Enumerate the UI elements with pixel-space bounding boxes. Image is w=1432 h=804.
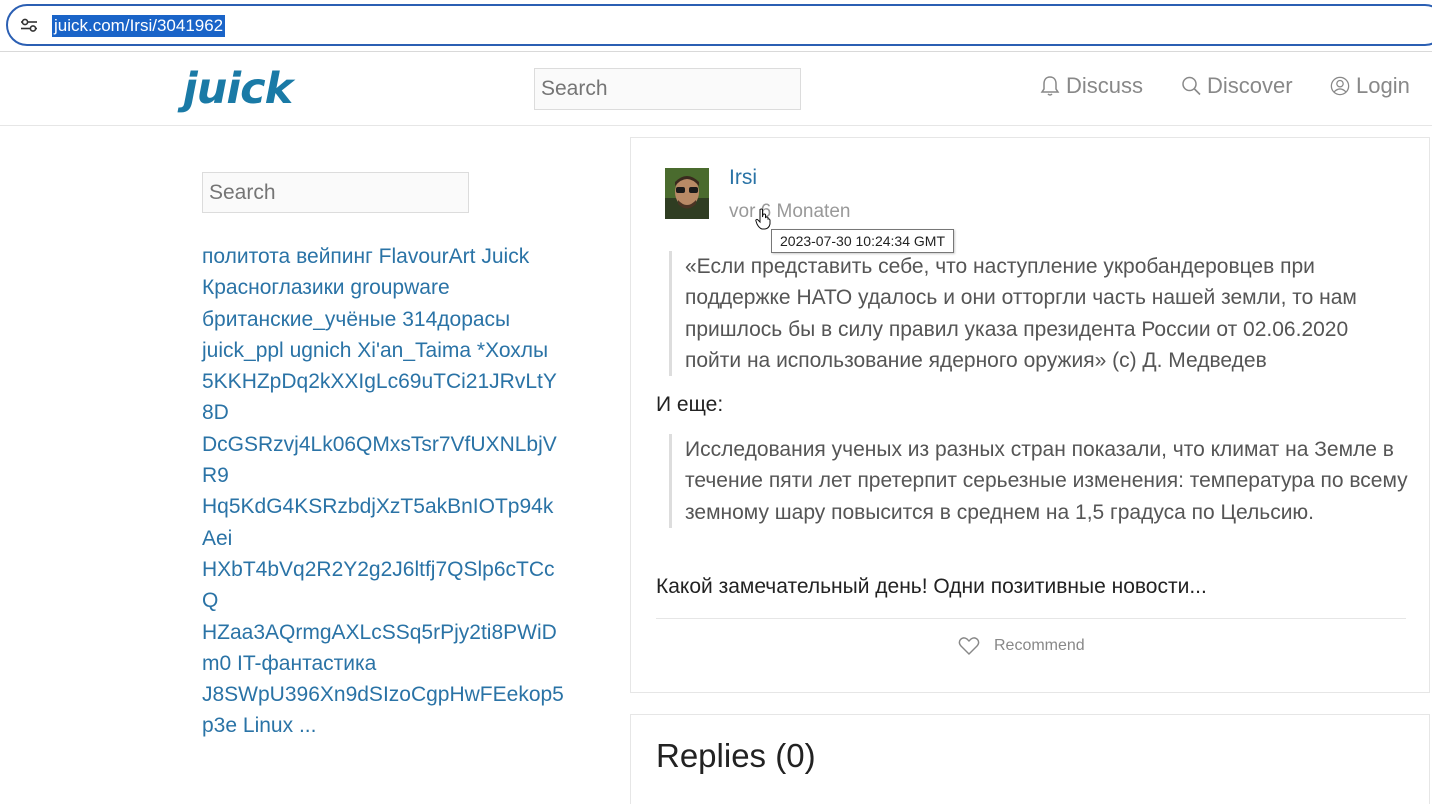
- url-text[interactable]: juick.com/Irsi/3041962: [52, 15, 226, 37]
- replies-title: Replies (0): [656, 737, 816, 774]
- sidebar-search-input[interactable]: [202, 172, 469, 213]
- post-paragraph-2: Какой замечательный день! Одни позитивны…: [656, 575, 1207, 598]
- nav-discover[interactable]: Discover: [1181, 73, 1293, 99]
- post-divider: [656, 618, 1406, 619]
- tag-link[interactable]: Juick: [481, 245, 529, 268]
- tag-link[interactable]: британские_учёные: [202, 308, 396, 331]
- tag-link[interactable]: Linux: [243, 714, 293, 737]
- url-field[interactable]: juick.com/Irsi/3041962: [6, 4, 1432, 46]
- nav-login[interactable]: Login: [1330, 73, 1410, 99]
- browser-address-bar: juick.com/Irsi/3041962: [0, 0, 1432, 52]
- author-avatar[interactable]: [665, 168, 709, 219]
- tag-link[interactable]: вейпинг: [296, 245, 373, 268]
- post-author[interactable]: Irsi: [729, 166, 757, 190]
- post-paragraph-1: И еще:: [656, 393, 724, 416]
- tag-link[interactable]: FlavourArt: [379, 245, 476, 268]
- recommend-button[interactable]: Recommend: [958, 636, 1085, 656]
- nav-discover-label: Discover: [1207, 73, 1293, 98]
- tag-link[interactable]: groupware: [350, 276, 449, 299]
- tag-link[interactable]: Hq5KdG4KSRzbdjXzT5akBnIOTp94kAei: [202, 495, 553, 549]
- tag-link[interactable]: DcGSRzvj4Lk06QMxsTsr7VfUXNLbjVR9: [202, 433, 557, 487]
- bell-icon: [1040, 76, 1060, 96]
- post-quote-1: «Если представить себе, что наступление …: [669, 251, 1409, 377]
- post-time[interactable]: vor 6 Monaten: [729, 201, 850, 223]
- user-icon: [1330, 76, 1350, 96]
- tag-link[interactable]: Xi'an_Taima: [357, 339, 471, 362]
- post-card: Irsi vor 6 Monaten 2023-07-30 10:24:34 G…: [630, 137, 1430, 693]
- time-tooltip: 2023-07-30 10:24:34 GMT: [771, 229, 954, 253]
- tag-link[interactable]: политота: [202, 245, 290, 268]
- site-header: juick Discuss Discover Login: [0, 53, 1432, 126]
- site-settings-icon[interactable]: [20, 18, 38, 32]
- nav-discuss[interactable]: Discuss: [1040, 73, 1143, 99]
- post-quote-2: Исследования ученых из разных стран пока…: [669, 434, 1409, 528]
- tag-link[interactable]: 5KKHZpDq2kXXIgLc69uTCi21JRvLtY8D: [202, 370, 557, 424]
- nav-login-label: Login: [1356, 73, 1410, 98]
- avatar-image: [665, 168, 709, 219]
- tag-link[interactable]: IT-фантастика: [237, 652, 376, 675]
- replies-section: Replies (0): [630, 714, 1430, 804]
- tag-link[interactable]: HXbT4bVq2R2Y2g2J6ltfj7QSlp6cTCcQ: [202, 558, 555, 612]
- tag-link[interactable]: 314дорасы: [402, 308, 510, 331]
- heart-icon: [958, 637, 980, 655]
- recommend-label: Recommend: [994, 637, 1085, 654]
- hand-cursor-icon: [755, 208, 771, 230]
- nav-discuss-label: Discuss: [1066, 73, 1144, 98]
- search-icon: [1182, 76, 1201, 96]
- tag-cloud: политота вейпинг FlavourArt Juick Красно…: [202, 241, 564, 742]
- tag-link[interactable]: Красноглазики: [202, 276, 345, 299]
- tag-link[interactable]: ...: [299, 714, 317, 737]
- header-search-input[interactable]: [534, 68, 801, 110]
- tag-link[interactable]: *Хохлы: [477, 339, 548, 362]
- juick-logo[interactable]: juick: [183, 67, 311, 111]
- tag-link[interactable]: juick_ppl: [202, 339, 284, 362]
- logo-text: juick: [183, 64, 293, 114]
- tag-link[interactable]: ugnich: [290, 339, 352, 362]
